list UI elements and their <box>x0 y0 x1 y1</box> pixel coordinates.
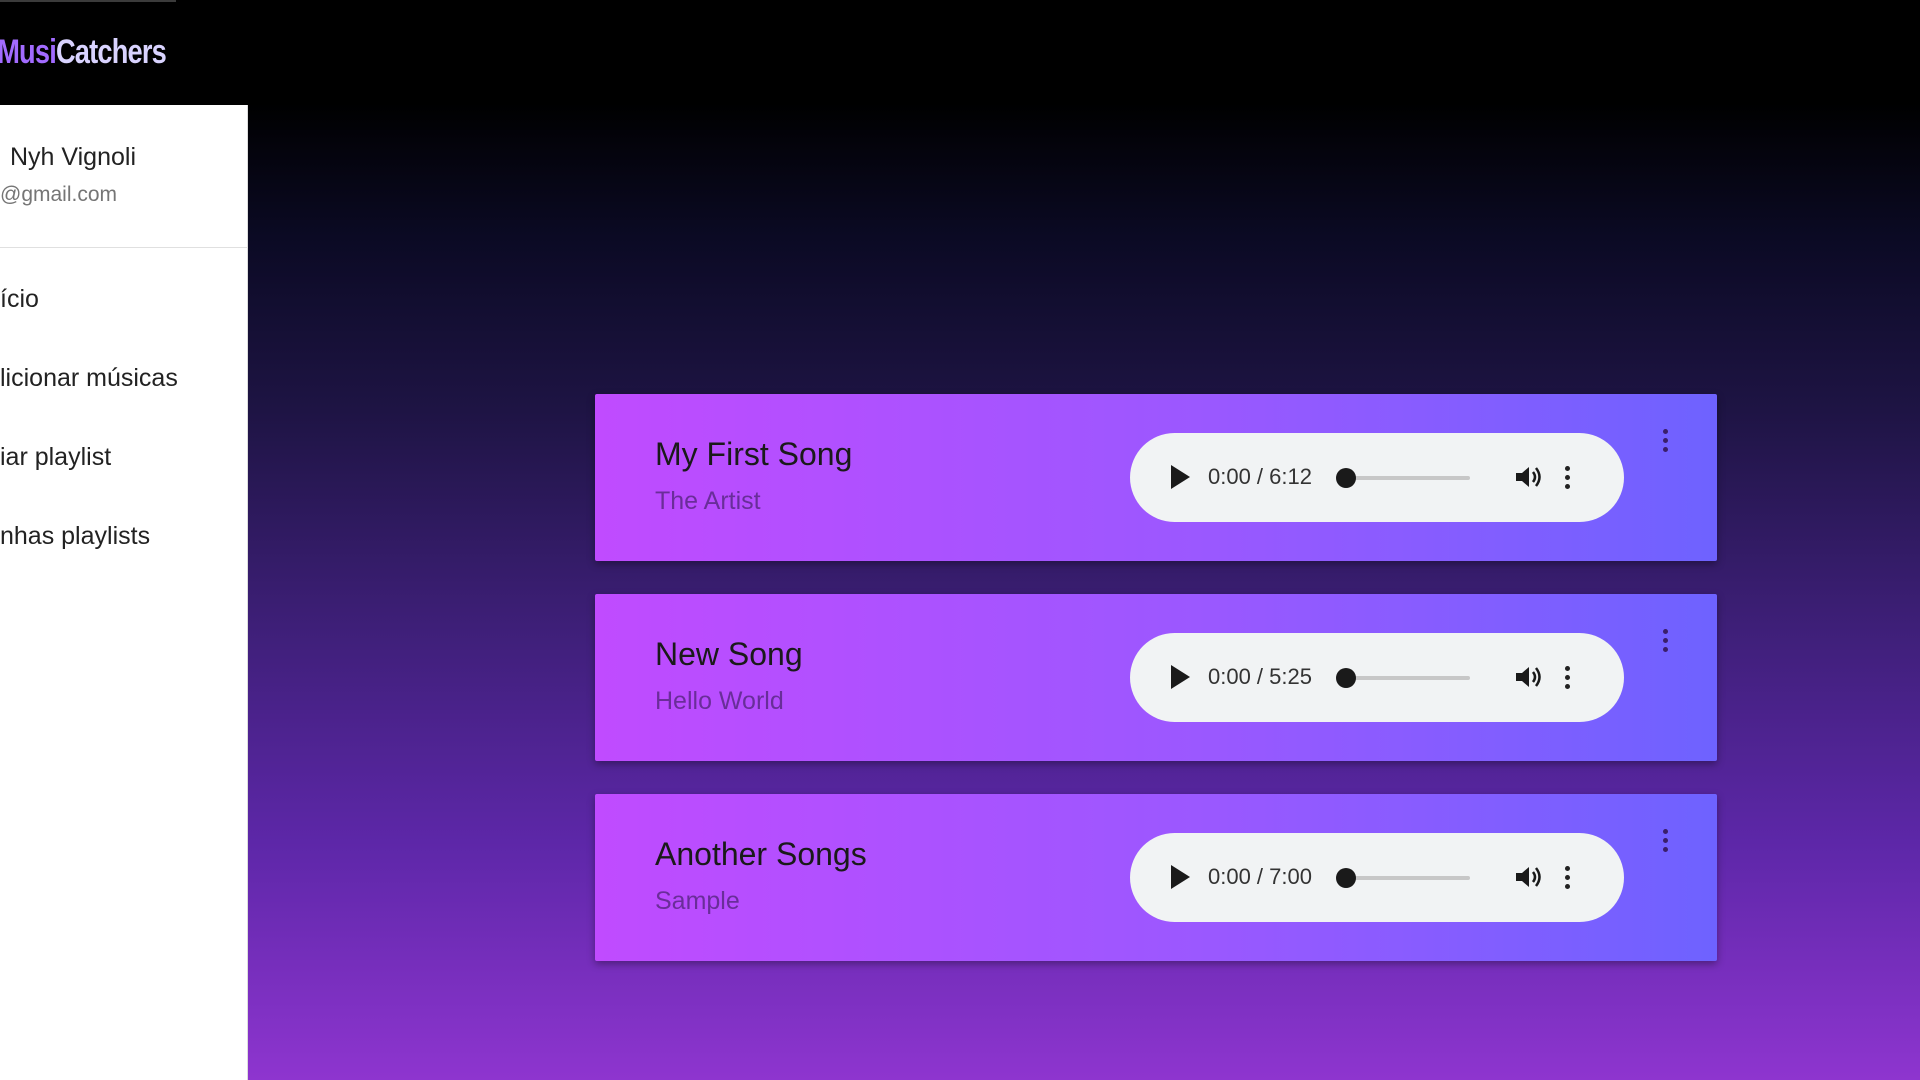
user-profile: Nyh Vignoli @gmail.com <box>0 105 247 248</box>
volume-icon[interactable] <box>1513 863 1543 891</box>
sidebar-item-adicionar-musicas[interactable]: licionar músicas <box>0 364 178 393</box>
play-icon[interactable] <box>1168 463 1192 491</box>
card-more-icon[interactable] <box>1655 422 1675 458</box>
player-more-icon[interactable] <box>1560 862 1574 892</box>
card-more-icon[interactable] <box>1655 622 1675 658</box>
audio-player: 0:00 / 5:25 <box>1130 633 1624 722</box>
audio-player: 0:00 / 7:00 <box>1130 833 1624 922</box>
player-more-icon[interactable] <box>1560 662 1574 692</box>
sidebar-item-criar-playlist[interactable]: iar playlist <box>0 443 111 472</box>
time-display: 0:00 / 5:25 <box>1208 664 1312 689</box>
card-more-icon[interactable] <box>1655 822 1675 858</box>
sidebar-item-inicio[interactable]: ício <box>0 285 39 314</box>
song-card: Another Songs Sample 0:00 / 7:00 <box>595 794 1717 961</box>
play-icon[interactable] <box>1168 863 1192 891</box>
song-artist: Sample <box>655 887 740 915</box>
volume-icon[interactable] <box>1513 663 1543 691</box>
seek-handle[interactable] <box>1336 868 1356 888</box>
song-card: My First Song The Artist 0:00 / 6:12 <box>595 394 1717 561</box>
play-icon[interactable] <box>1168 663 1192 691</box>
song-artist: Hello World <box>655 687 784 715</box>
user-name: Nyh Vignoli <box>10 143 137 171</box>
tab-indicator <box>0 0 176 2</box>
volume-icon[interactable] <box>1513 463 1543 491</box>
time-display: 0:00 / 6:12 <box>1208 464 1312 489</box>
seek-bar[interactable] <box>1336 668 1470 688</box>
song-artist: The Artist <box>655 487 761 515</box>
song-title: Another Songs <box>655 836 867 872</box>
song-title: New Song <box>655 636 803 672</box>
song-title: My First Song <box>655 436 853 472</box>
logo-text-catchers: Catchers <box>55 32 167 71</box>
app-logo[interactable]: Musi Catchers <box>0 30 167 74</box>
time-display: 0:00 / 7:00 <box>1208 864 1312 889</box>
song-card: New Song Hello World 0:00 / 5:25 <box>595 594 1717 761</box>
seek-bar[interactable] <box>1336 468 1470 488</box>
logo-text-musi: Musi <box>0 32 57 71</box>
sidebar: Nyh Vignoli @gmail.com ício licionar mús… <box>0 105 248 1080</box>
seek-bar[interactable] <box>1336 868 1470 888</box>
top-bar: Musi Catchers <box>0 0 1920 105</box>
audio-player: 0:00 / 6:12 <box>1130 433 1624 522</box>
seek-handle[interactable] <box>1336 468 1356 488</box>
player-more-icon[interactable] <box>1560 462 1574 492</box>
seek-handle[interactable] <box>1336 668 1356 688</box>
user-email: @gmail.com <box>0 183 118 206</box>
sidebar-item-minhas-playlists[interactable]: nhas playlists <box>0 522 150 551</box>
